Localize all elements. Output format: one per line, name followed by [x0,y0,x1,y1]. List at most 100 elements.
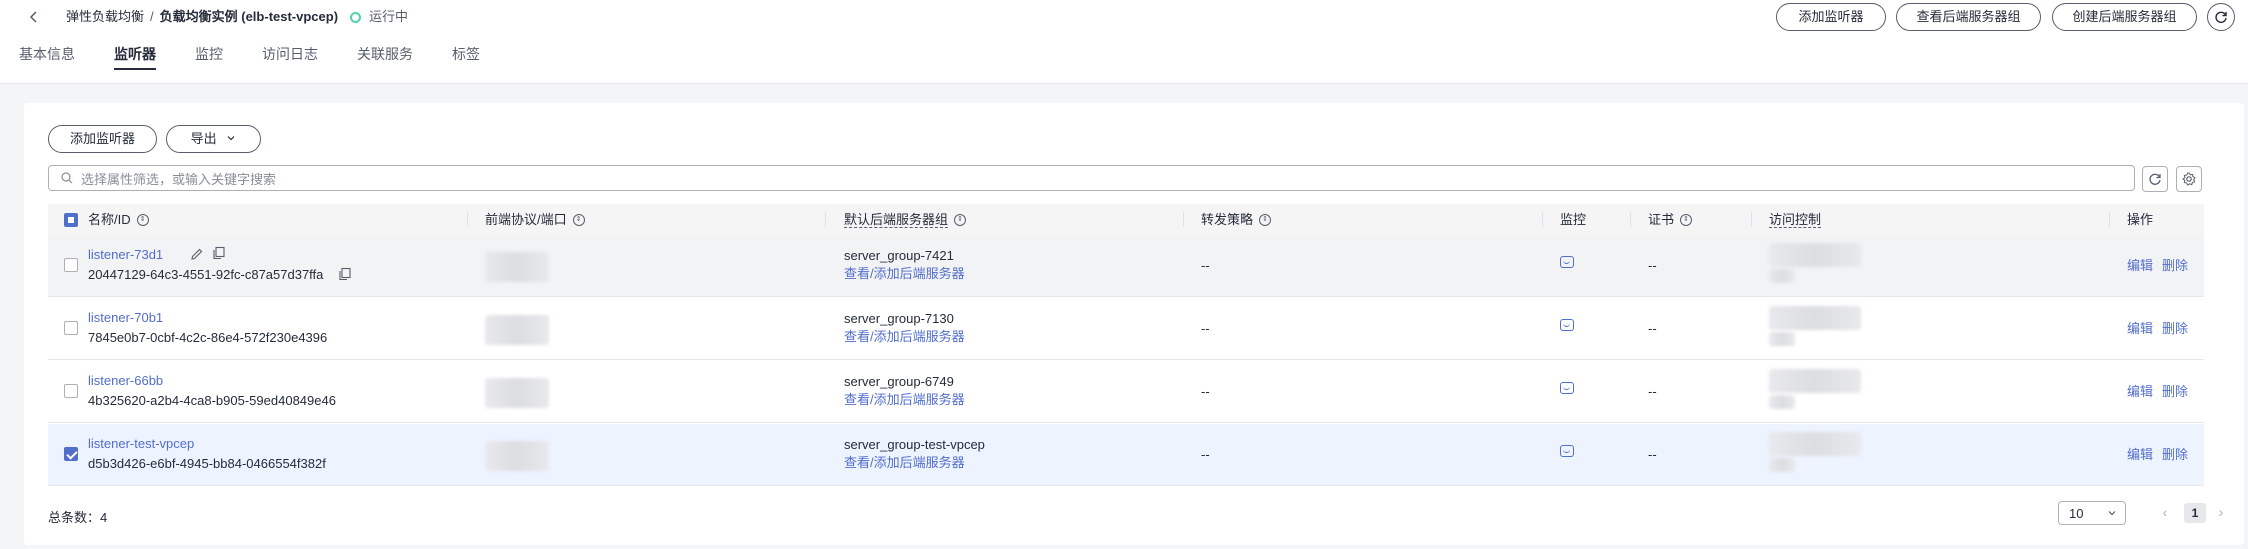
edit-link[interactable]: 编辑 [2127,446,2153,464]
delete-link[interactable]: 删除 [2162,257,2188,275]
backend-group-name: server_group-7130 [844,311,954,326]
refresh-icon [2215,11,2227,23]
back-icon[interactable] [26,9,42,25]
breadcrumb-parent[interactable]: 弹性负载均衡 [66,8,144,26]
view-backend-group-button[interactable]: 查看后端服务器组 [1896,3,2041,31]
monitor-icon[interactable] [1560,319,1574,331]
col-monitor: 监控 [1560,204,1586,235]
status-text: 运行中 [369,9,409,24]
refresh-icon [2149,173,2161,185]
select-all-checkbox[interactable] [64,204,78,235]
table-row: listener-70b1 7845e0b7-0cbf-4c2c-86e4-57… [48,298,2204,360]
sort-icon[interactable]: ⇕ [136,213,149,226]
refresh-button[interactable] [2142,166,2168,192]
monitor-icon[interactable] [1560,445,1574,457]
view-backend-link[interactable]: 查看/添加后端服务器 [844,328,965,346]
col-backend-group-label: 默认后端服务器组 [844,211,949,228]
export-button[interactable]: 导出 [166,125,261,153]
cert-value: -- [1648,321,1657,336]
view-backend-link[interactable]: 查看/添加后端服务器 [844,265,965,283]
copy-icon[interactable] [212,246,226,260]
edit-link[interactable]: 编辑 [2127,383,2153,401]
col-policy-label: 转发策略 [1201,212,1254,227]
next-page-icon[interactable]: › [2213,504,2229,522]
header-refresh-button[interactable] [2207,3,2235,31]
delete-link[interactable]: 删除 [2162,383,2188,401]
cert-value: -- [1648,384,1657,399]
cert-value: -- [1648,447,1657,462]
sort-icon[interactable]: ⇕ [1680,213,1693,226]
redacted-access-control [1769,369,1861,393]
listener-id: 4b325620-a2b4-4ca8-b905-59ed40849e46 [88,393,336,408]
sort-icon[interactable]: ⇕ [954,213,967,226]
page-size-value: 10 [2069,505,2084,521]
view-backend-link[interactable]: 查看/添加后端服务器 [844,391,965,409]
monitor-icon[interactable] [1560,256,1574,268]
page-size-select[interactable]: 10 [2058,501,2126,525]
redacted-access-link [1769,269,1795,283]
edit-icon[interactable] [190,247,204,261]
create-backend-group-button[interactable]: 创建后端服务器组 [2052,3,2197,31]
listener-name-link[interactable]: listener-test-vpcep [88,435,194,453]
forward-policy: -- [1201,321,1210,336]
view-backend-link[interactable]: 查看/添加后端服务器 [844,454,965,472]
prev-page-icon[interactable]: ‹ [2157,504,2173,522]
listener-id: d5b3d426-e6bf-4945-bb84-0466554f382f [88,456,326,471]
search-icon [61,172,73,184]
col-name[interactable]: 名称/ID ⇕ [88,204,149,235]
row-checkbox[interactable] [64,258,78,277]
col-protocol-label: 前端协议/端口 [485,212,567,227]
table-row: listener-test-vpcep d5b3d426-e6bf-4945-b… [48,424,2204,486]
col-protocol[interactable]: 前端协议/端口 ⇕ [485,204,585,235]
col-name-label: 名称/ID [88,212,131,227]
copy-icon[interactable] [338,267,352,281]
edit-link[interactable]: 编辑 [2127,320,2153,338]
settings-button[interactable] [2176,166,2202,192]
sort-icon[interactable]: ⇕ [572,213,585,226]
col-cert[interactable]: 证书 ⇕ [1648,204,1693,235]
tab-tags[interactable]: 标签 [452,44,480,70]
redacted-protocol [485,378,549,408]
col-actions-label: 操作 [2127,212,2154,227]
backend-group-name: server_group-7421 [844,248,954,263]
delete-link[interactable]: 删除 [2162,446,2188,464]
table-row: listener-66bb 4b325620-a2b4-4ca8-b905-59… [48,361,2204,423]
listener-name-link[interactable]: listener-66bb [88,372,163,390]
col-backend-group[interactable]: 默认后端服务器组 ⇕ [844,204,967,235]
redacted-access-control [1769,243,1861,267]
delete-link[interactable]: 删除 [2162,320,2188,338]
add-listener-button[interactable]: 添加监听器 [48,125,157,153]
forward-policy: -- [1201,258,1210,273]
chevron-down-icon [227,136,235,141]
search-input[interactable]: 选择属性筛选，或输入关键字搜索 [48,165,2135,191]
row-checkbox[interactable] [64,447,78,466]
table-row: listener-73d1 20447129-64c3-4551-92fc-c8… [48,235,2204,297]
listener-id: 20447129-64c3-4551-92fc-c87a57d37ffa [88,267,324,282]
forward-policy: -- [1201,384,1210,399]
table-header: 名称/ID ⇕ 前端协议/端口 ⇕ 默认后端服务器组 ⇕ 转发策略 ⇕ 监控 证书 ⇕ 访… [48,204,2204,235]
row-checkbox[interactable] [64,384,78,403]
col-policy[interactable]: 转发策略 ⇕ [1201,204,1272,235]
status-dot-icon [350,11,362,23]
tab-monitoring[interactable]: 监控 [195,44,223,70]
listener-name-link[interactable]: listener-70b1 [88,309,163,327]
breadcrumb-separator: / [150,9,154,24]
export-label: 导出 [190,131,217,146]
tab-basic-info[interactable]: 基本信息 [19,44,75,70]
monitor-icon[interactable] [1560,382,1574,394]
redacted-access-link [1769,458,1795,472]
sort-icon[interactable]: ⇕ [1259,213,1272,226]
search-placeholder: 选择属性筛选，或输入关键字搜索 [81,171,277,187]
total-count: 总条数：4 [48,510,108,525]
redacted-access-link [1769,332,1795,346]
row-checkbox[interactable] [64,321,78,340]
header-add-listener-button[interactable]: 添加监听器 [1776,3,1886,31]
tab-listeners[interactable]: 监听器 [114,44,156,70]
tab-related-services[interactable]: 关联服务 [357,44,413,70]
edit-link[interactable]: 编辑 [2127,257,2153,275]
current-page[interactable]: 1 [2184,503,2206,523]
listener-name-link[interactable]: listener-73d1 [88,246,163,264]
tab-access-logs[interactable]: 访问日志 [262,44,318,70]
redacted-access-link [1769,395,1795,409]
forward-policy: -- [1201,447,1210,462]
